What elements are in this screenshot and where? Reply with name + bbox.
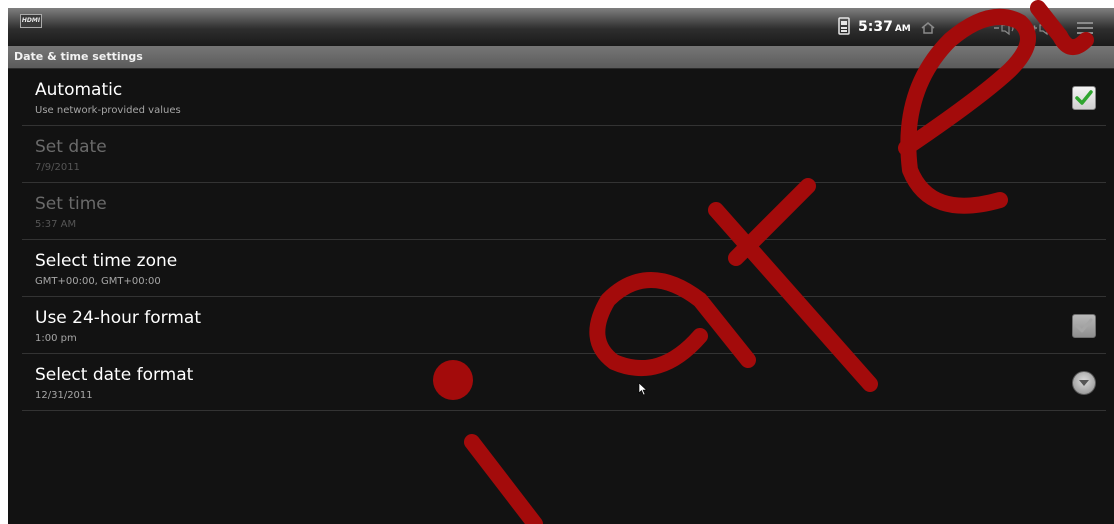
volume-down-icon[interactable] — [992, 20, 1020, 36]
status-bar: HDMI 5:37 AM — [8, 8, 1114, 46]
hdmi-icon: HDMI — [20, 14, 42, 28]
setting-set-date[interactable]: Set date 7/9/2011 — [22, 126, 1106, 183]
setting-title: Select time zone — [35, 251, 178, 271]
date-format-spinner[interactable] — [1072, 371, 1096, 395]
settings-list: Automatic Use network-provided values Se… — [22, 69, 1106, 411]
clock-time: 5:37 — [858, 19, 893, 35]
setting-date-format[interactable]: Select date format 12/31/2011 — [22, 354, 1106, 411]
setting-subtitle: Use network-provided values — [35, 105, 181, 116]
setting-subtitle: 7/9/2011 — [35, 162, 80, 173]
android-screen: HDMI 5:37 AM Date & time settings Automa… — [8, 8, 1114, 524]
spinner-button — [1072, 371, 1096, 395]
setting-title: Select date format — [35, 365, 194, 385]
setting-set-time[interactable]: Set time 5:37 AM — [22, 183, 1106, 240]
setting-subtitle: 5:37 AM — [35, 219, 77, 230]
setting-title: Automatic — [35, 80, 123, 100]
checkbox-box — [1072, 314, 1096, 338]
status-clock: 5:37 AM — [858, 19, 911, 35]
setting-time-zone[interactable]: Select time zone GMT+00:00, GMT+00:00 — [22, 240, 1106, 297]
setting-title: Use 24-hour format — [35, 308, 201, 328]
checkmark-icon — [1075, 90, 1093, 105]
back-icon[interactable] — [954, 23, 976, 35]
menu-icon[interactable] — [1076, 21, 1094, 35]
home-icon[interactable] — [920, 21, 936, 35]
setting-subtitle: 1:00 pm — [35, 333, 77, 344]
setting-title: Set date — [35, 137, 107, 157]
sd-card-icon — [838, 17, 850, 35]
volume-up-icon[interactable] — [1030, 20, 1060, 36]
24-hour-checkbox[interactable] — [1072, 314, 1096, 338]
setting-24-hour-format[interactable]: Use 24-hour format 1:00 pm — [22, 297, 1106, 354]
chevron-down-icon — [1079, 380, 1089, 386]
checkmark-disabled-icon — [1075, 318, 1093, 333]
setting-automatic[interactable]: Automatic Use network-provided values — [22, 69, 1106, 126]
checkbox-box — [1072, 86, 1096, 110]
setting-title: Set time — [35, 194, 107, 214]
setting-subtitle: GMT+00:00, GMT+00:00 — [35, 276, 161, 287]
setting-subtitle: 12/31/2011 — [35, 390, 93, 401]
clock-ampm: AM — [894, 24, 911, 34]
mouse-cursor-icon — [638, 382, 648, 396]
title-bar: Date & time settings — [8, 46, 1114, 69]
automatic-checkbox[interactable] — [1072, 86, 1096, 110]
page-title: Date & time settings — [14, 50, 143, 63]
